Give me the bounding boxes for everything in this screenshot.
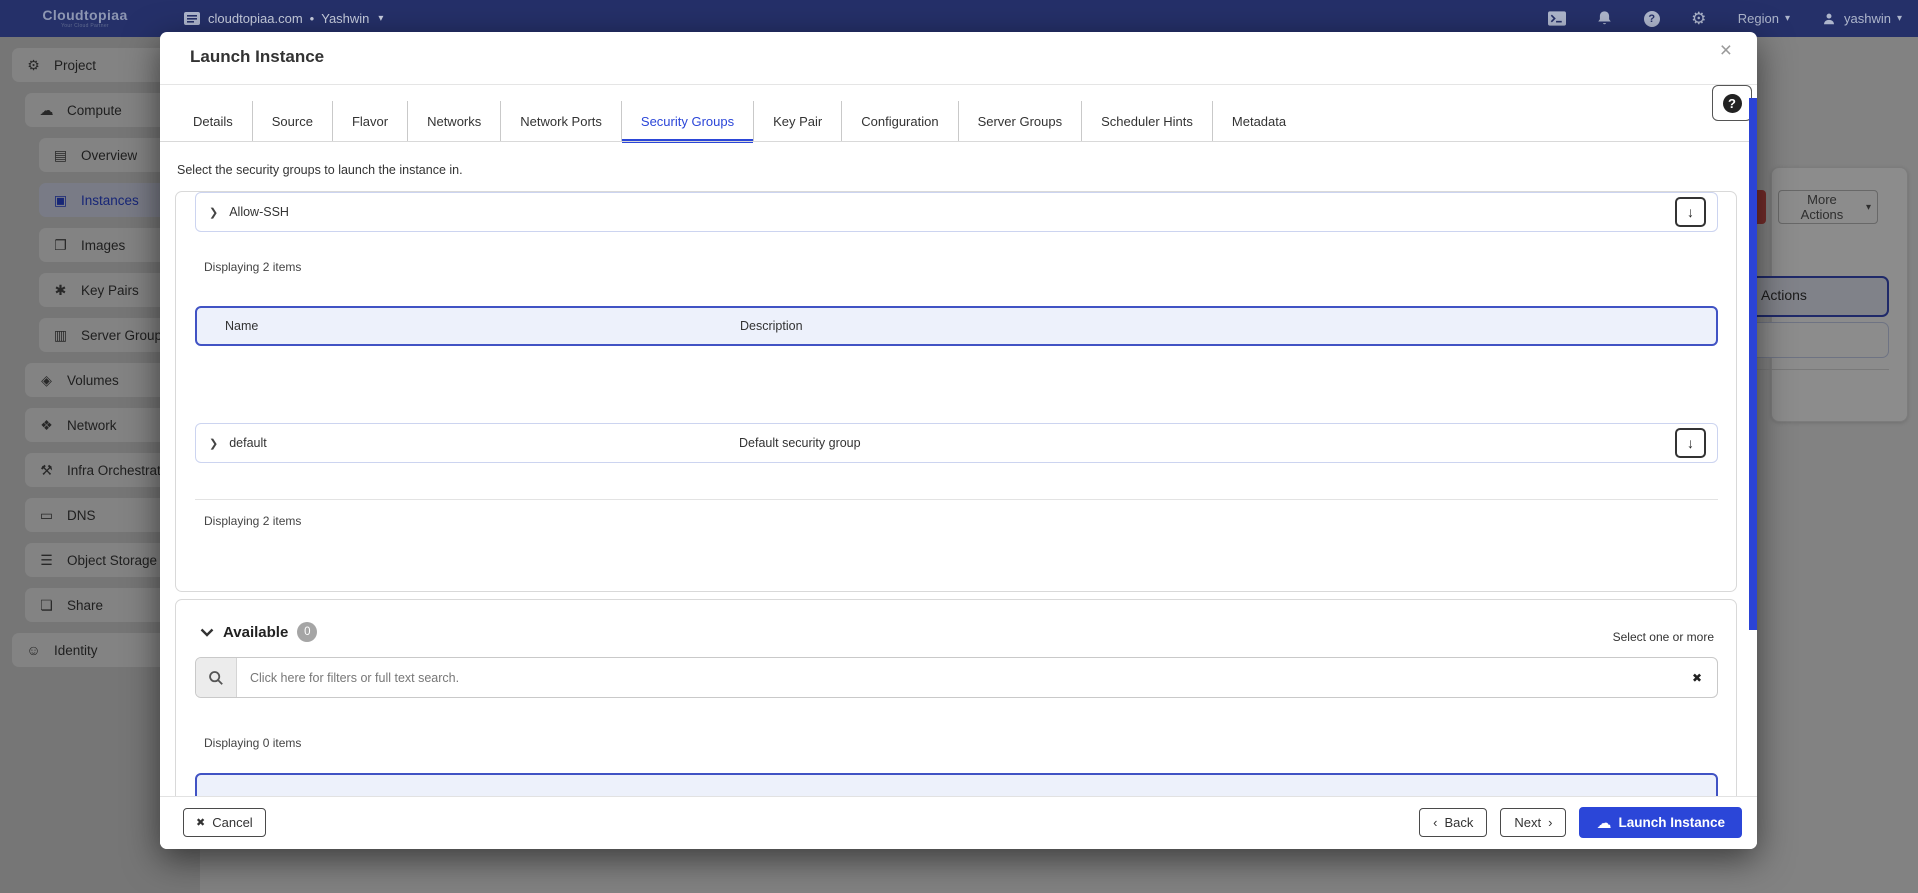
divider [195, 499, 1718, 500]
tab-key-pair[interactable]: Key Pair [753, 101, 841, 142]
available-panel: Available 0 Select one or more ✖ Display… [175, 599, 1737, 797]
wizard-tabs: Details Source Flavor Networks Network P… [174, 85, 1697, 142]
allocated-displaying-bottom: Displaying 2 items [204, 514, 301, 528]
modal-scrollbar[interactable] [1749, 98, 1757, 630]
chevron-down-icon: ▾ [1785, 13, 1790, 24]
select-hint: Select one or more [1613, 630, 1714, 644]
launch-instance-modal: Launch Instance × Details Source Flavor … [160, 32, 1757, 849]
help-icon[interactable]: ? [1644, 11, 1660, 27]
description-column-header: Description [740, 319, 803, 333]
tab-details[interactable]: Details [174, 101, 252, 142]
close-icon[interactable]: × [1714, 38, 1738, 64]
available-header[interactable]: Available 0 [200, 622, 317, 642]
allocated-panel: Allocated 2 Displaying 2 items Name Desc… [175, 191, 1737, 592]
tab-metadata[interactable]: Metadata [1212, 101, 1305, 142]
security-group-row[interactable]: ❯ default Default security group ↓ [195, 423, 1718, 463]
security-group-name: default [229, 436, 267, 450]
user-name: yashwin [1844, 11, 1891, 26]
brand-logo: Cloudtopiaa Your Cloud Partner [0, 0, 170, 37]
settings-gear-icon[interactable]: ⚙ [1690, 10, 1708, 28]
brand-name: Cloudtopiaa [42, 8, 127, 22]
modal-footer: ✖ Cancel ‹ Back Next › ☁ Launch Instance [160, 796, 1757, 849]
search-icon [196, 658, 237, 697]
tab-security-groups[interactable]: Security Groups [621, 101, 753, 142]
tab-flavor[interactable]: Flavor [332, 101, 407, 142]
filter-search-bar: ✖ [195, 657, 1718, 698]
region-menu[interactable]: Region ▾ [1738, 11, 1790, 26]
terminal-icon[interactable] [1548, 10, 1566, 28]
chevron-left-icon: ‹ [1433, 815, 1437, 830]
step-description: Select the security groups to launch the… [177, 163, 463, 177]
tab-configuration[interactable]: Configuration [841, 101, 957, 142]
tab-networks[interactable]: Networks [407, 101, 500, 142]
next-button[interactable]: Next › [1500, 808, 1566, 837]
available-displaying: Displaying 0 items [204, 736, 301, 750]
chevron-down-icon: ▾ [1897, 13, 1902, 24]
bell-icon[interactable] [1596, 10, 1614, 28]
breadcrumb-separator: • [310, 11, 315, 26]
tab-server-groups[interactable]: Server Groups [958, 101, 1082, 142]
wizard-nav-buttons: ‹ Back Next › ☁ Launch Instance [1419, 807, 1742, 838]
deallocate-arrow-button[interactable]: ↓ [1675, 197, 1706, 227]
help-button[interactable]: ? [1712, 85, 1752, 121]
tab-source[interactable]: Source [252, 101, 332, 142]
back-button[interactable]: ‹ Back [1419, 808, 1487, 837]
cancel-button[interactable]: ✖ Cancel [183, 808, 266, 837]
modal-title: Launch Instance [190, 47, 324, 67]
security-groups-step: Select the security groups to launch the… [160, 142, 1757, 797]
chevron-down-icon [200, 628, 214, 637]
x-icon: ✖ [196, 816, 205, 829]
security-group-description: Default security group [739, 436, 861, 450]
clear-search-icon[interactable]: ✖ [1677, 658, 1717, 697]
breadcrumb-project: cloudtopiaa.com [208, 11, 303, 26]
screen: Cloudtopiaa Your Cloud Partner cloudtopi… [0, 0, 1918, 893]
deallocate-arrow-button[interactable]: ↓ [1675, 428, 1706, 458]
security-group-row[interactable]: ❯ Allow-SSH ↓ [195, 192, 1718, 232]
chevron-right-icon[interactable]: ❯ [209, 437, 218, 450]
user-menu[interactable]: yashwin ▾ [1820, 10, 1902, 28]
available-table-header [195, 773, 1718, 797]
tab-network-ports[interactable]: Network Ports [500, 101, 621, 142]
question-circle-icon: ? [1723, 94, 1742, 113]
chevron-right-icon: › [1548, 815, 1552, 830]
allocated-displaying-top: Displaying 2 items [204, 260, 301, 274]
launch-instance-button[interactable]: ☁ Launch Instance [1579, 807, 1742, 838]
filter-search-input[interactable] [237, 658, 1677, 697]
tab-scheduler-hints[interactable]: Scheduler Hints [1081, 101, 1212, 142]
allocated-table-header: Name Description [195, 306, 1718, 346]
breadcrumb-user: Yashwin [321, 11, 369, 26]
brand-tagline: Your Cloud Partner [61, 24, 109, 29]
chevron-right-icon[interactable]: ❯ [209, 206, 218, 219]
security-group-name: Allow-SSH [229, 205, 289, 219]
name-column-header: Name [225, 319, 258, 333]
cloud-upload-icon: ☁ [1596, 814, 1611, 832]
available-title: Available [223, 624, 288, 641]
available-count-badge: 0 [297, 622, 317, 642]
organization-icon [183, 10, 201, 28]
chevron-down-icon: ▾ [378, 13, 383, 24]
user-icon [1820, 10, 1838, 28]
